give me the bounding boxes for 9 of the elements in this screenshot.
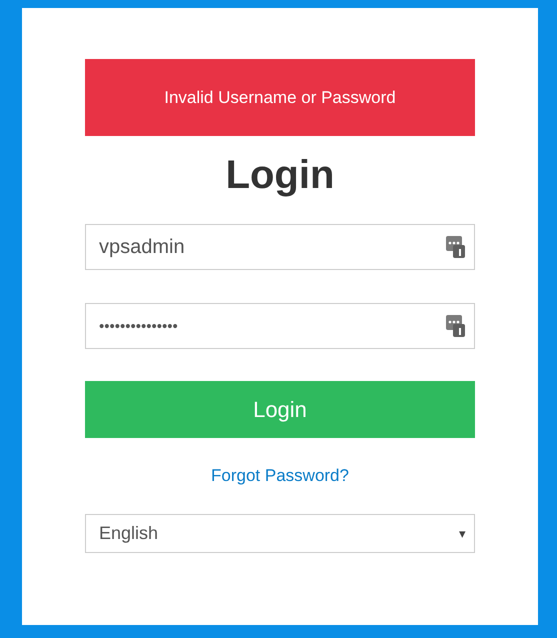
password-manager-icon[interactable] [446,315,466,337]
login-title: Login [224,152,336,199]
language-select[interactable]: English ▾ [85,514,475,553]
caret-icon: ▾ [459,526,466,541]
forgot-password-link[interactable]: Forgot Password? [211,466,349,486]
error-alert: Invalid Username or Password [85,59,475,136]
username-field[interactable]: vpsadmin [85,224,475,270]
password-field[interactable]: ••••••••••••••• [85,303,475,349]
password-manager-icon[interactable] [446,236,466,258]
